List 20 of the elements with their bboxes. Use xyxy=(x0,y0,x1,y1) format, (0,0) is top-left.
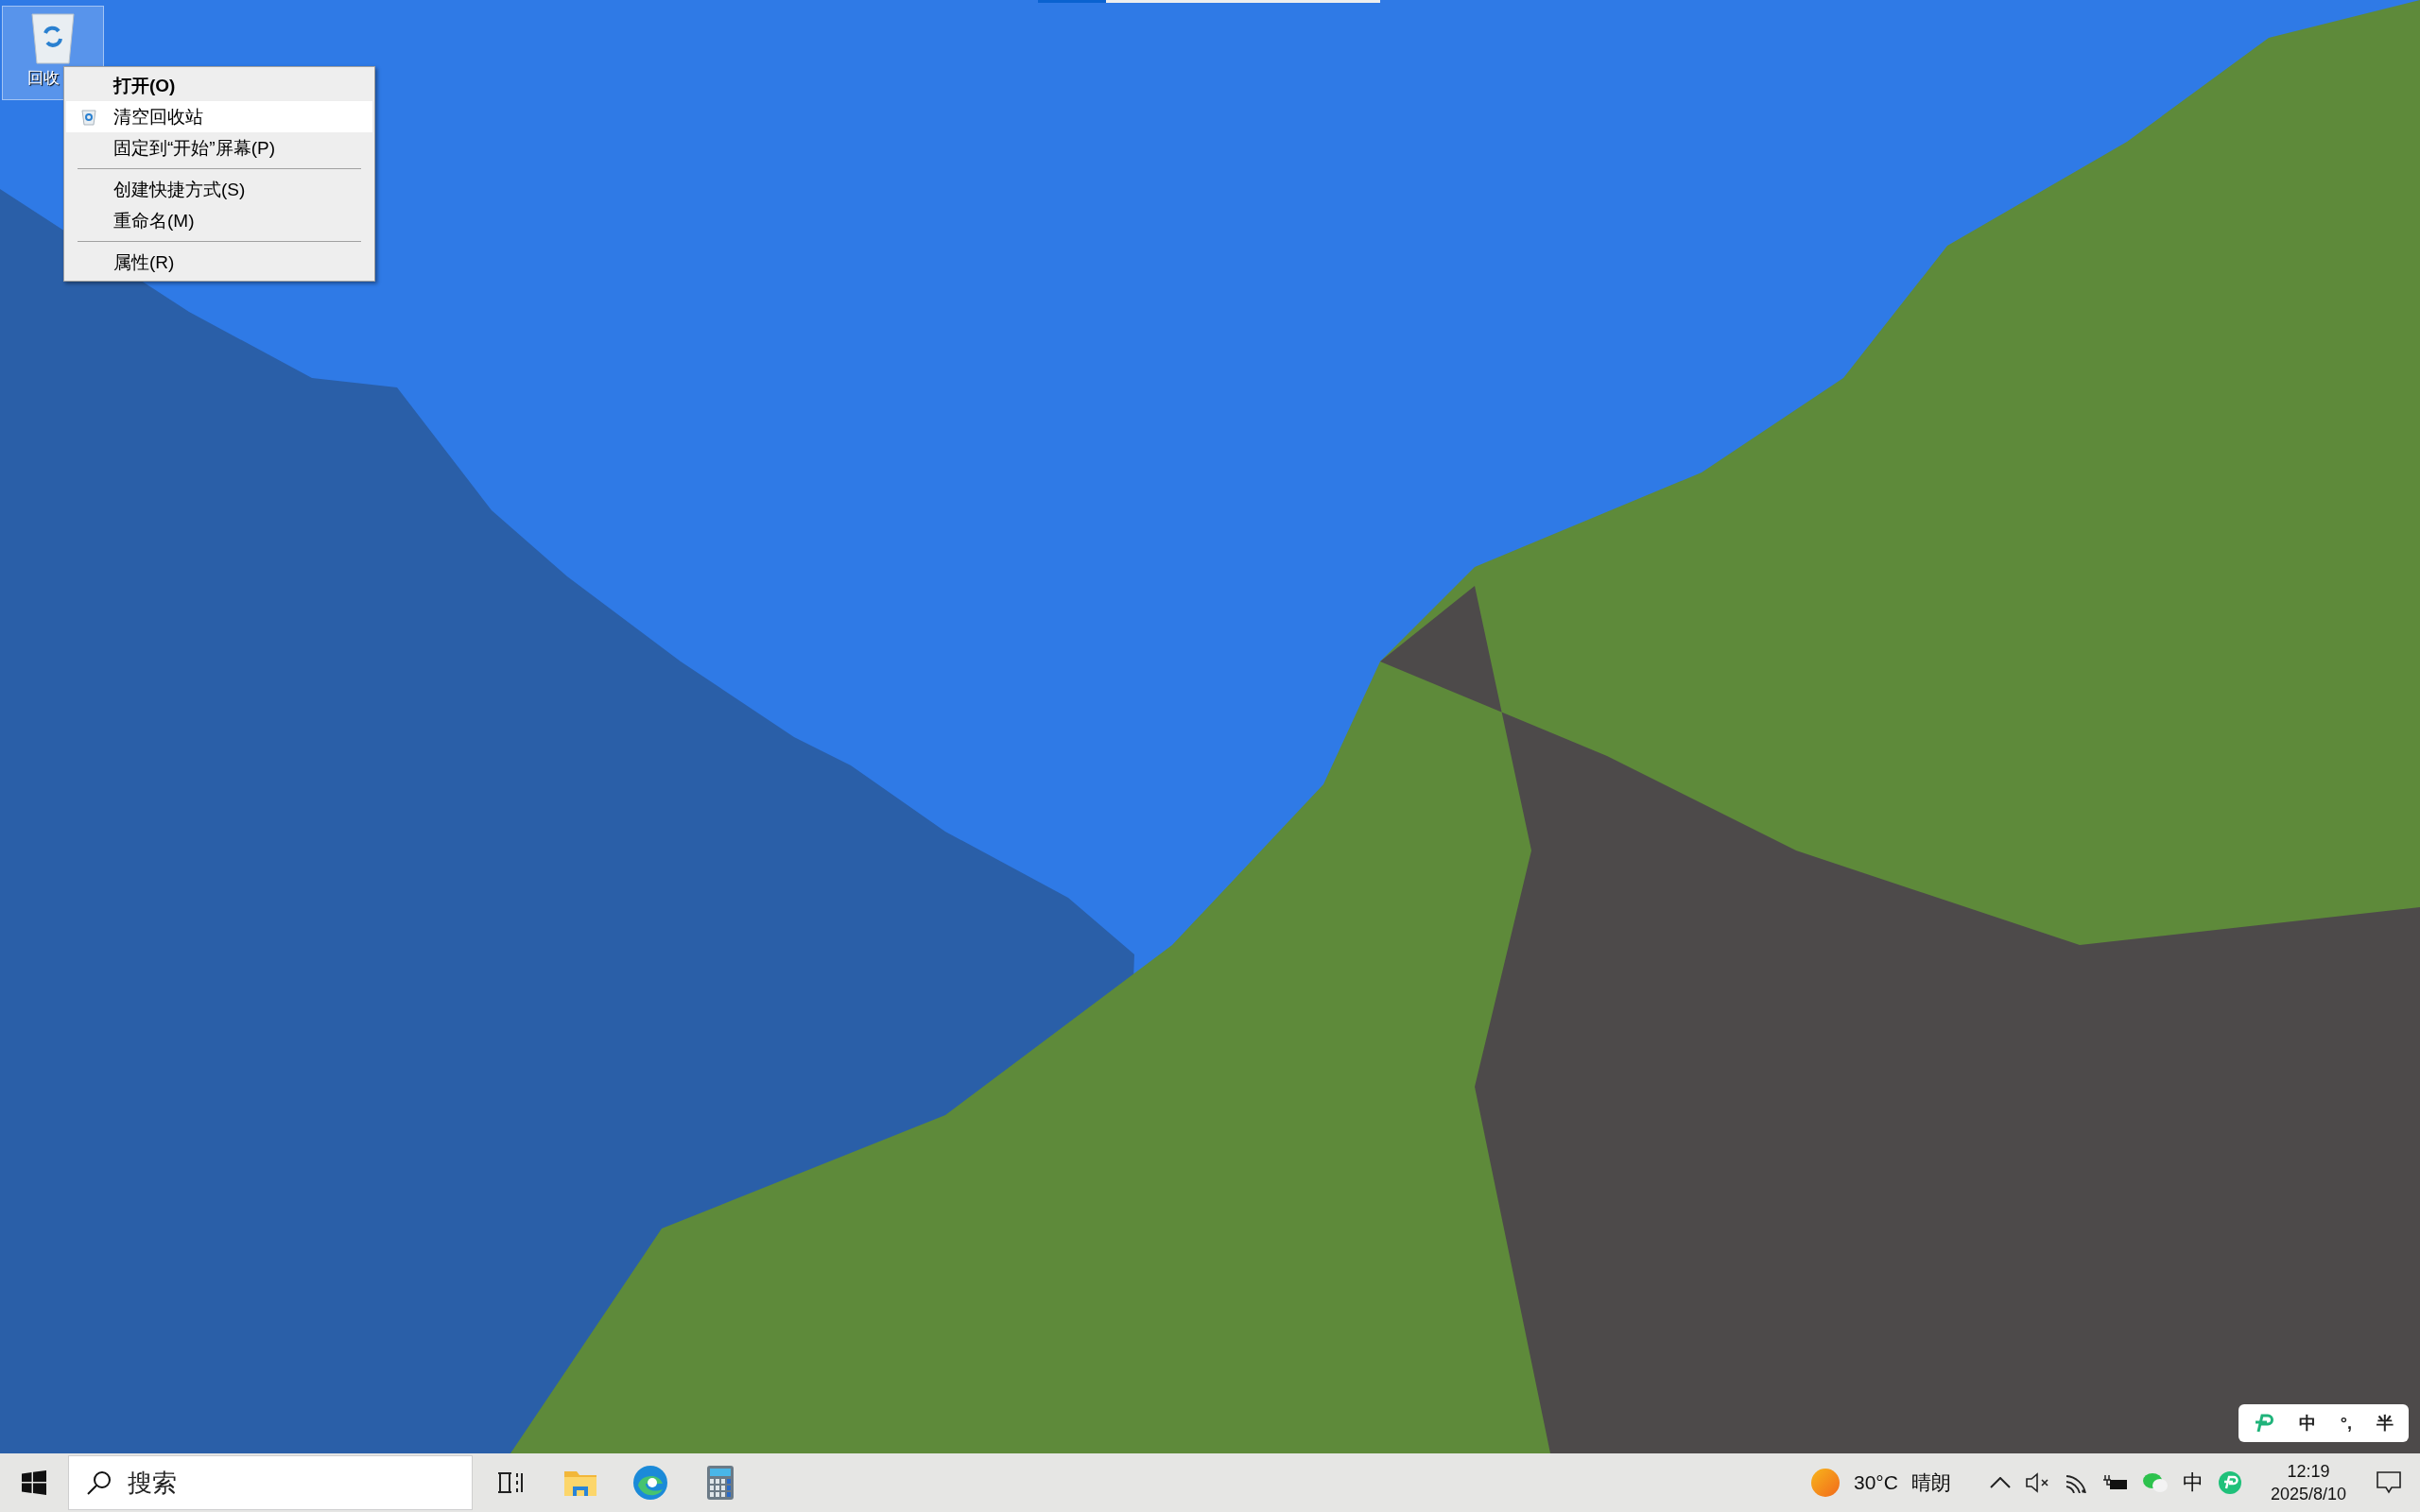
notification-icon[interactable] xyxy=(2377,1470,2401,1495)
windows-logo-icon[interactable] xyxy=(22,1470,46,1495)
ime-toolbar-option[interactable]: 半 xyxy=(2377,1412,2394,1435)
desktop-shortcut-label: 回收 xyxy=(27,68,60,89)
ime-toolbar-option[interactable]: 中 xyxy=(2298,1412,2316,1435)
menu-item[interactable]: 属性(R) xyxy=(66,247,372,278)
clock[interactable]: 12:19 2025/8/10 xyxy=(2262,1460,2354,1505)
menu-item[interactable]: 创建快捷方式(S) xyxy=(66,174,372,205)
menu-item[interactable]: 清空回收站 xyxy=(66,101,372,132)
input-method-indicator[interactable]: 中 xyxy=(2181,1464,2204,1502)
search-field[interactable]: 搜索 xyxy=(68,1455,473,1510)
input-method-logo-icon[interactable] xyxy=(2253,1414,2274,1433)
search-input[interactable]: 搜索 xyxy=(126,1467,413,1499)
menu-item[interactable]: 重命名(M) xyxy=(66,205,372,236)
menu-item[interactable]: 固定到“开始”屏幕(P) xyxy=(66,132,372,163)
weather-condition[interactable]: 晴朗 xyxy=(1910,1469,1951,1496)
browser-icon[interactable] xyxy=(631,1464,669,1502)
ime-toolbar-option[interactable]: °, xyxy=(2340,1413,2352,1434)
temperature[interactable]: 30°C xyxy=(1854,1471,1898,1494)
search-icon xyxy=(86,1469,112,1496)
